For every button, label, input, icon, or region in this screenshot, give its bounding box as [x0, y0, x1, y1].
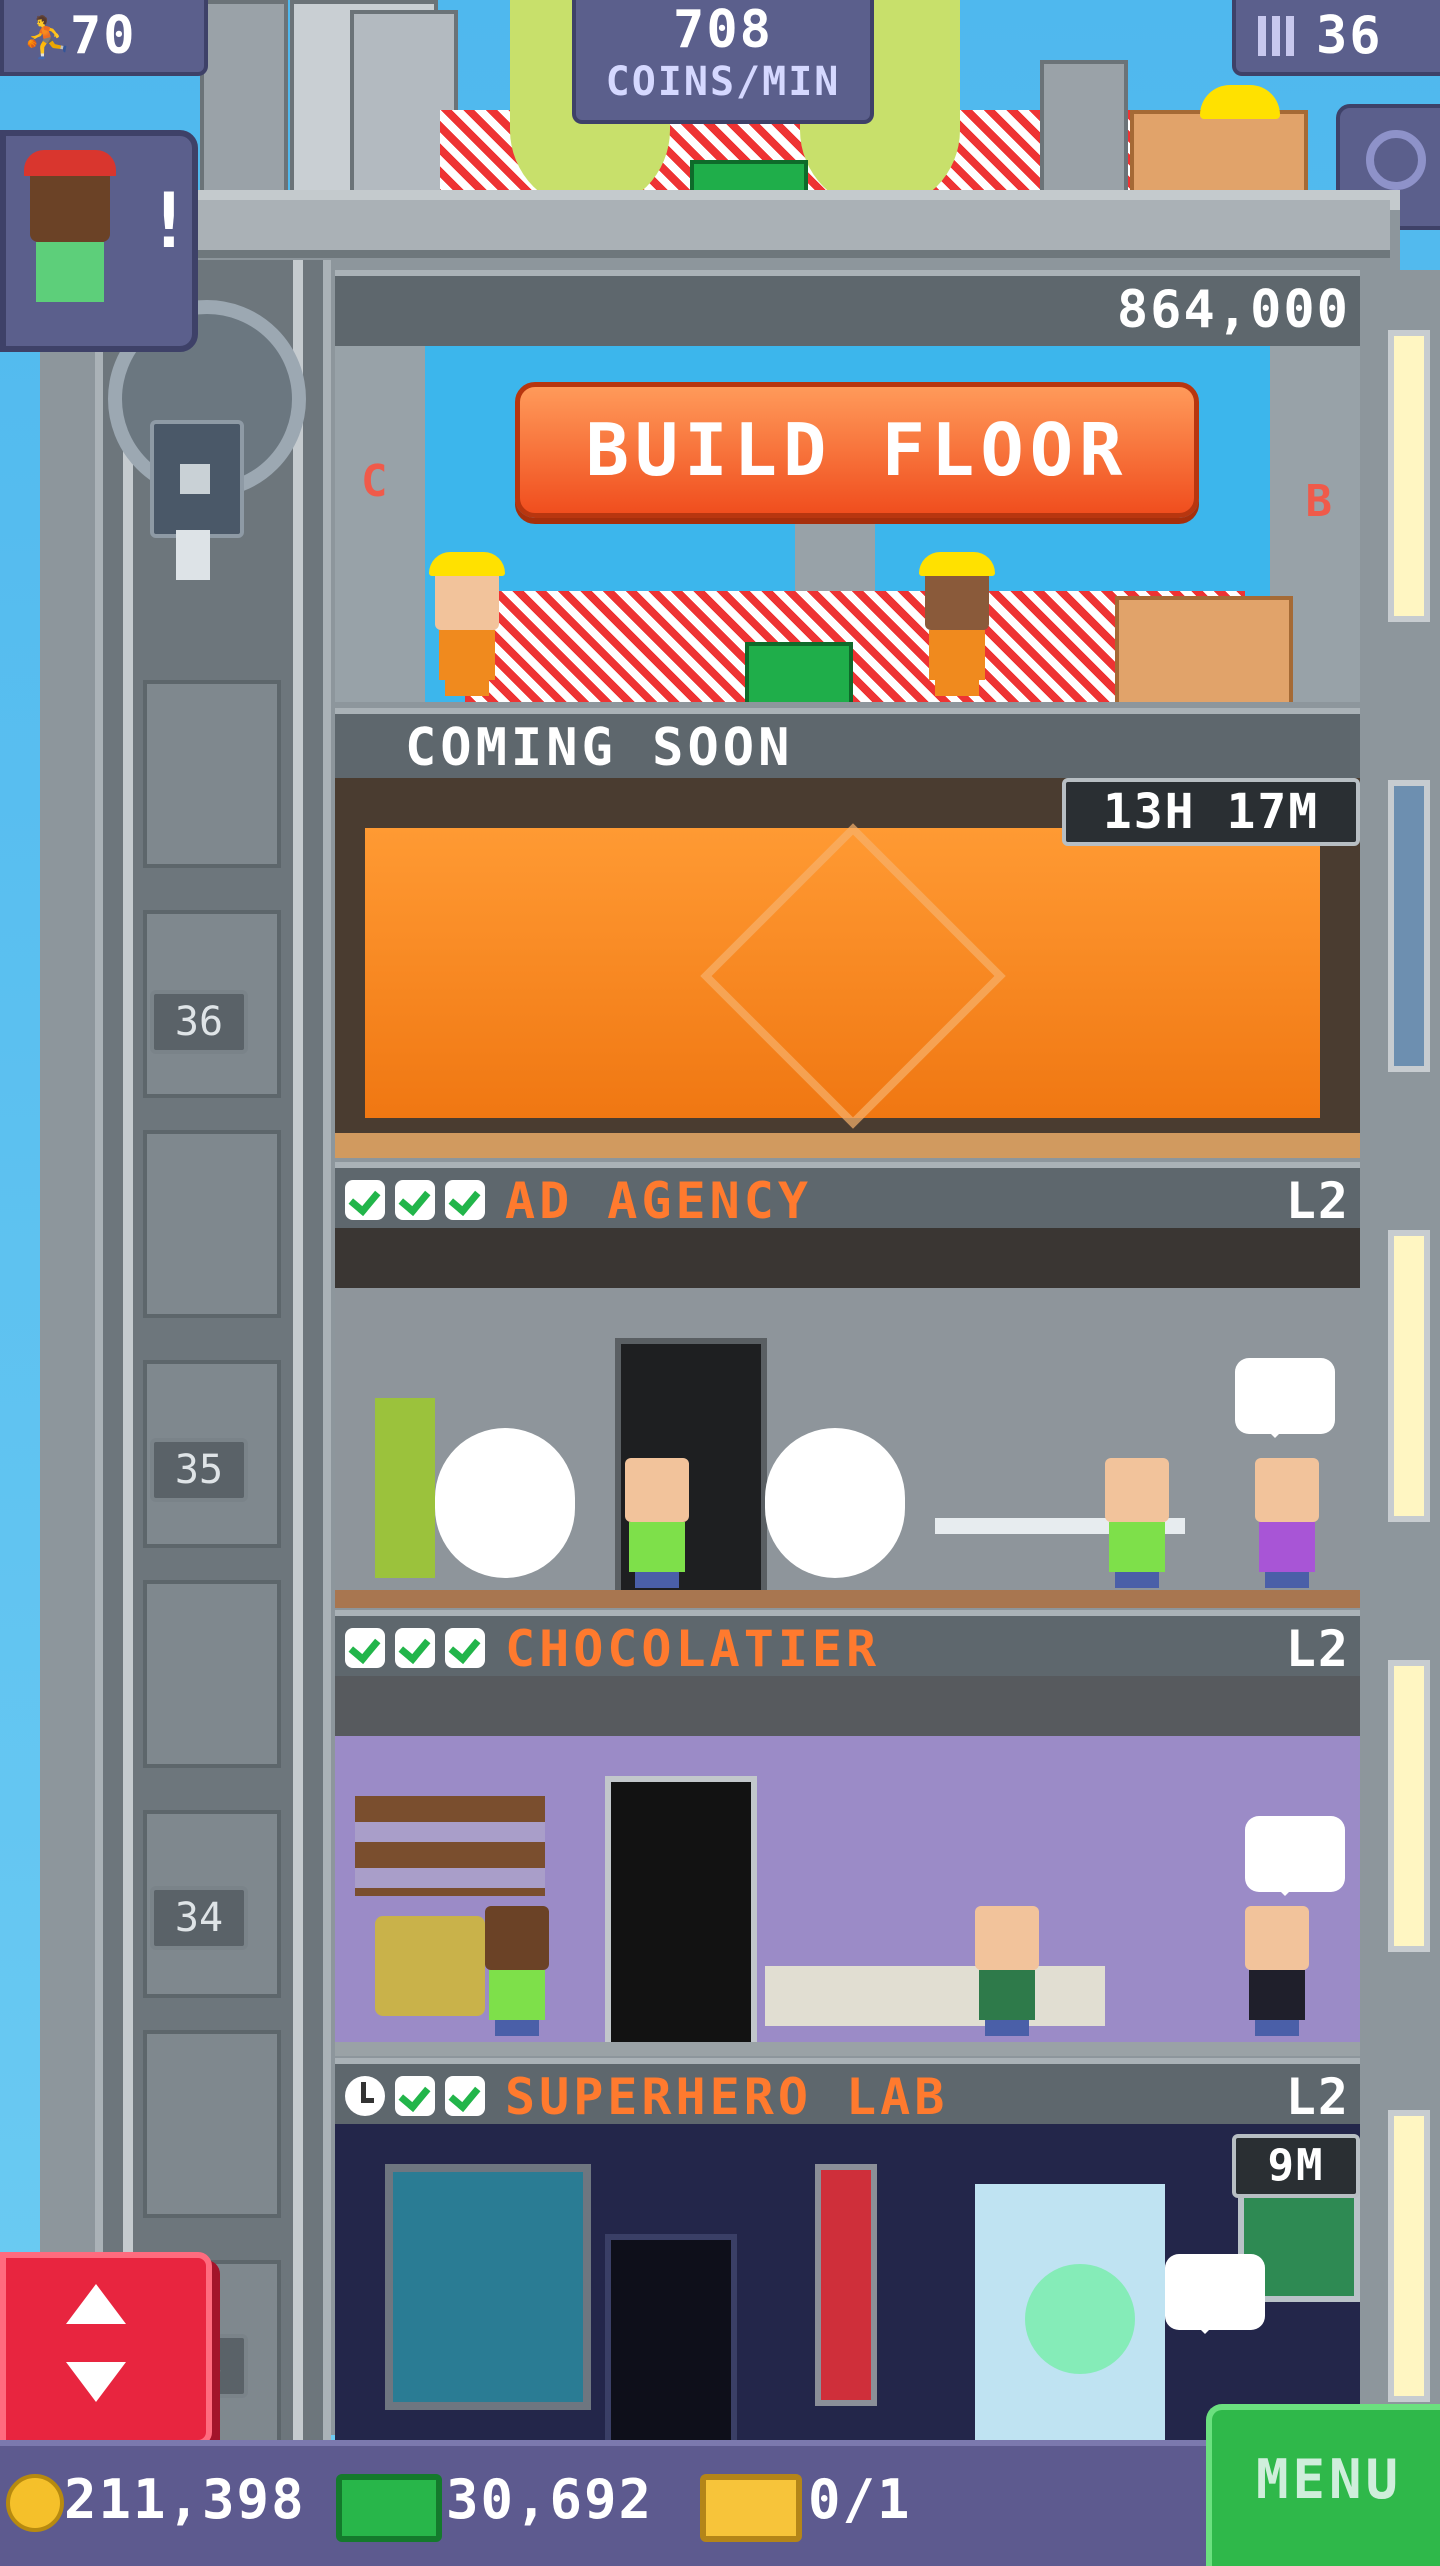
population-count: 70 [70, 6, 137, 66]
check-icon [445, 2076, 485, 2116]
check-icon [345, 1180, 385, 1220]
dna-tube [815, 2164, 877, 2406]
crate [1115, 596, 1293, 702]
floor-name: AD AGENCY [505, 1172, 812, 1230]
elevator-control-button[interactable] [0, 2252, 212, 2446]
elevator-light-icon [180, 464, 210, 494]
chocolate-shelf [355, 1796, 545, 1896]
build-floor-header: 864,000 [335, 270, 1360, 346]
coming-soon-timer: 13H 17M [1062, 778, 1360, 846]
menu-label: MENU [1255, 2448, 1403, 2511]
ticket-icon [700, 2474, 802, 2542]
floor-header-superhero-lab[interactable]: SUPERHERO LAB L2 [335, 2058, 1360, 2130]
window [1388, 1230, 1430, 1522]
elevator-hook [176, 530, 210, 580]
arrow-up-icon [66, 2284, 126, 2324]
visitor-body [36, 242, 104, 302]
elevator-car[interactable] [150, 420, 244, 538]
thought-bubble [1165, 2254, 1265, 2334]
chocolate-vat [375, 1916, 485, 2016]
hardhat-pile [1200, 85, 1280, 119]
floor-header-ad-agency[interactable]: AD AGENCY L2 [335, 1162, 1360, 1234]
coming-soon-floor[interactable]: 13H 17M [335, 778, 1360, 1158]
stair-label-left: C [361, 456, 390, 507]
doorway [605, 2234, 737, 2440]
glow-orb [1025, 2264, 1135, 2374]
coin-balance: 211,398 [64, 2468, 306, 2531]
superhero-lab-timer: 9M [1232, 2134, 1360, 2198]
bux-icon [336, 2474, 442, 2542]
floor-name: SUPERHERO LAB [505, 2068, 949, 2126]
coins-per-min-label: COINS/MIN [605, 59, 841, 105]
check-icon [395, 1180, 435, 1220]
ticket-count: 0/1 [808, 2468, 912, 2531]
magnifier-icon [1366, 130, 1426, 190]
build-floor-label: BUILD FLOOR [585, 408, 1129, 492]
rooftop-ledge [190, 200, 1390, 258]
menu-button[interactable]: MENU [1206, 2404, 1440, 2566]
floor-ad-agency[interactable] [335, 1228, 1360, 1608]
floor-name: CHOCOLATIER [505, 1620, 881, 1678]
check-icon [445, 1628, 485, 1668]
visitor-notification[interactable]: ! [0, 130, 198, 352]
elevator-floor-number: 35 [150, 1438, 248, 1502]
egg-chair [765, 1428, 905, 1578]
floor-header-chocolatier[interactable]: CHOCOLATIER L2 [335, 1610, 1360, 1682]
arrow-down-icon [66, 2362, 126, 2402]
coin-icon [6, 2474, 64, 2532]
stair-label-right: B [1305, 476, 1334, 527]
population-display[interactable]: ⛹ 70 [0, 0, 208, 76]
build-floor-button[interactable]: BUILD FLOOR [515, 382, 1199, 518]
visitor-hair [24, 150, 116, 176]
toolbox [745, 642, 853, 702]
floor-level: L2 [1285, 1172, 1350, 1230]
build-floor-cost: 864,000 [1116, 280, 1350, 340]
check-icon [345, 1628, 385, 1668]
floor-count: 36 [1316, 6, 1383, 66]
window [1388, 330, 1430, 622]
floor-superhero-lab[interactable]: 9M [335, 2124, 1360, 2440]
check-icon [445, 1180, 485, 1220]
coming-soon-label: COMING SOON [405, 718, 794, 778]
plant [375, 1398, 435, 1578]
doorway [605, 1776, 757, 2056]
bux-balance: 30,692 [446, 2468, 654, 2531]
thought-bubble [1245, 1816, 1345, 1896]
elevator-shaft [95, 260, 331, 2448]
floor-count-display[interactable]: 36 [1232, 0, 1440, 76]
elevator-floor-number: 36 [150, 990, 248, 1054]
elevator-floor-number: 34 [150, 1886, 248, 1950]
check-icon [395, 1628, 435, 1668]
coming-soon-header: COMING SOON [335, 708, 1360, 784]
window [1388, 2110, 1430, 2402]
clock-icon [345, 2076, 385, 2116]
coins-per-min-value: 708 [673, 0, 773, 60]
floor-chocolatier[interactable] [335, 1676, 1360, 2056]
floor-level: L2 [1285, 1620, 1350, 1678]
hologram-screen [385, 2164, 591, 2410]
thought-bubble [1235, 1358, 1335, 1438]
window [1388, 1660, 1430, 1952]
egg-chair [435, 1428, 575, 1578]
window [1388, 780, 1430, 1072]
coins-per-min-display: 708 COINS/MIN [572, 0, 874, 124]
skyline-building [200, 0, 288, 208]
person-icon: ⛹ [22, 15, 72, 61]
floor-level: L2 [1285, 2068, 1350, 2126]
alert-icon: ! [146, 176, 194, 265]
building-icon [1258, 16, 1298, 56]
check-icon [395, 2076, 435, 2116]
